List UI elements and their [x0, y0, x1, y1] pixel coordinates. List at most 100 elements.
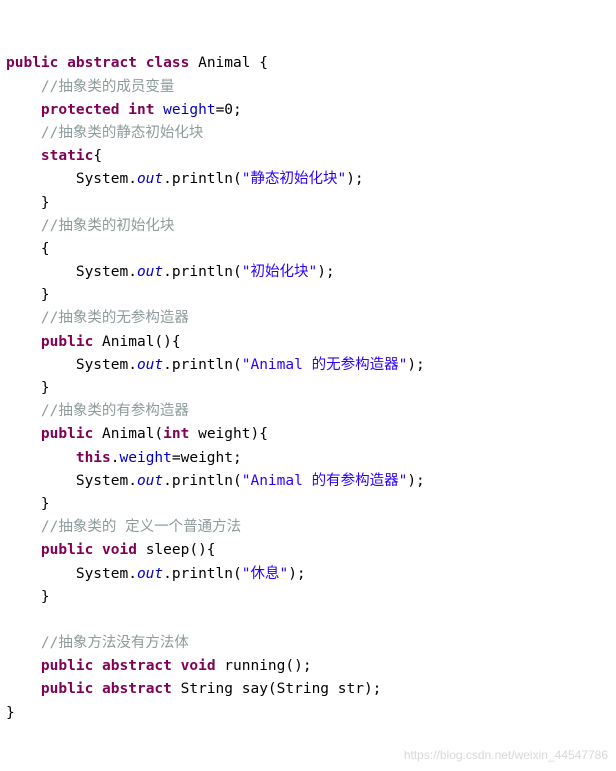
code-token: out — [136, 171, 164, 188]
code-token: public — [40, 542, 94, 559]
code-token: Animal { — [189, 55, 268, 72]
code-token: public — [40, 658, 94, 675]
code-token: weight){ — [189, 426, 268, 443]
code-token: =0; — [215, 101, 242, 118]
code-line: static{ — [6, 145, 616, 168]
code-token: System. — [6, 171, 137, 188]
code-line: //抽象类的无参构造器 — [6, 307, 616, 330]
code-token: } — [6, 287, 50, 304]
code-token: void — [102, 542, 137, 559]
code-token: ); — [288, 565, 306, 582]
code-token: { — [93, 148, 103, 165]
code-token: out — [136, 356, 164, 373]
code-token: } — [6, 380, 50, 397]
code-token: String say(String str); — [171, 681, 382, 698]
code-token: public — [6, 55, 59, 72]
code-line: System.out.println("静态初始化块"); — [6, 168, 616, 191]
code-token: .println( — [163, 171, 242, 188]
code-token: System. — [6, 472, 137, 489]
code-line: //抽象类的初始化块 — [6, 215, 616, 238]
code-token: public — [40, 333, 94, 350]
code-token: ); — [346, 171, 364, 188]
code-token: running(); — [215, 658, 312, 675]
code-token: .println( — [163, 472, 242, 489]
code-line: //抽象类的有参构造器 — [6, 400, 616, 423]
code-token: //抽象类的无参构造器 — [40, 310, 189, 327]
code-token: class — [145, 55, 190, 72]
code-token: System. — [6, 356, 137, 373]
code-token: System. — [6, 264, 137, 281]
code-token: ); — [407, 356, 425, 373]
code-token: int — [163, 426, 190, 443]
code-token: weight — [119, 449, 172, 466]
code-line: } — [6, 493, 616, 516]
code-block: public abstract class Animal { //抽象类的成员变… — [0, 0, 616, 771]
code-token: .println( — [163, 356, 242, 373]
code-line: } — [6, 586, 616, 609]
code-token: } — [6, 588, 50, 605]
code-token: void — [180, 658, 216, 675]
code-token: . — [110, 449, 120, 466]
code-token: Animal(){ — [93, 333, 181, 350]
code-token: //抽象类的 定义一个普通方法 — [40, 519, 242, 536]
code-line: //抽象类的 定义一个普通方法 — [6, 516, 616, 539]
code-token: 的无参构造器" — [311, 356, 408, 373]
code-line: } — [6, 377, 616, 400]
code-token: this — [75, 449, 111, 466]
code-line: this.weight=weight; — [6, 447, 616, 470]
code-line: System.out.println("休息"); — [6, 563, 616, 586]
code-line: public Animal(int weight){ — [6, 423, 616, 446]
code-token: protected — [40, 101, 120, 118]
code-token: static — [40, 148, 94, 165]
code-token: { — [6, 240, 50, 257]
code-token: ); — [407, 472, 425, 489]
code-token: ); — [317, 264, 335, 281]
code-line: System.out.println("Animal 的无参构造器"); — [6, 354, 616, 377]
code-token: out — [136, 565, 164, 582]
code-token: .println( — [163, 264, 242, 281]
code-token: abstract — [102, 681, 172, 698]
code-token: out — [136, 472, 164, 489]
code-token: "Animal — [241, 356, 312, 373]
code-token: //抽象类的静态初始化块 — [40, 124, 204, 141]
code-token: 的有参构造器" — [311, 472, 408, 489]
code-line: protected int weight=0; — [6, 99, 616, 122]
code-line: //抽象类的成员变量 — [6, 76, 616, 99]
code-token: sleep(){ — [136, 542, 216, 559]
code-token: } — [6, 194, 50, 211]
code-line: System.out.println("初始化块"); — [6, 261, 616, 284]
code-line: } — [6, 192, 616, 215]
watermark: https://blog.csdn.net/weixin_44547786 — [403, 748, 608, 763]
code-token: //抽象类的初始化块 — [40, 217, 175, 234]
code-token: Animal( — [93, 426, 164, 443]
code-line: } — [6, 702, 616, 725]
code-token: //抽象类的有参构造器 — [40, 403, 189, 420]
code-token: "Animal — [241, 472, 312, 489]
code-token: //抽象方法没有方法体 — [40, 635, 189, 652]
code-token: int — [128, 101, 155, 118]
code-line: } — [6, 284, 616, 307]
code-token: weight — [163, 101, 216, 118]
code-line: public Animal(){ — [6, 331, 616, 354]
